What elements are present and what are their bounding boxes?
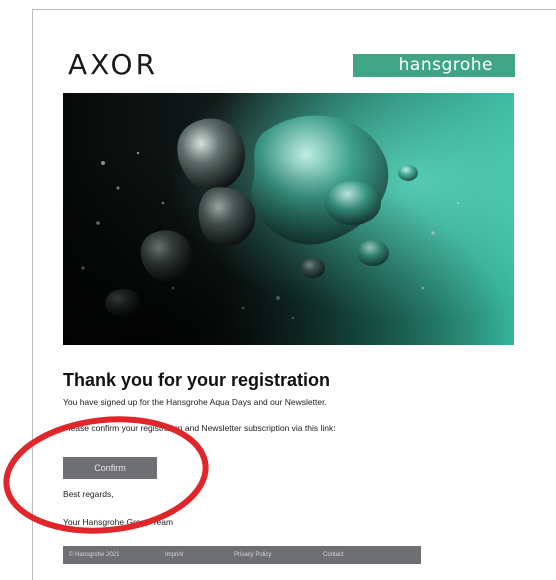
water-bubbles-image-icon <box>63 93 514 345</box>
page-title: Thank you for your registration <box>63 370 331 390</box>
hansgrohe-logo: hansgrohe <box>353 54 515 77</box>
axor-logo: AXOR <box>68 48 159 81</box>
hero-water-image <box>63 93 514 345</box>
confirm-button[interactable]: Confirm <box>63 457 157 479</box>
team-signature-text: Your Hansgrohe Group Team <box>63 517 174 527</box>
regards-text: Best regards, <box>63 489 114 499</box>
footer-copyright: © Hansgrohe 2021 <box>69 552 120 558</box>
footer-imprint-link[interactable]: Imprint <box>165 546 183 564</box>
confirm-prompt-text: Please confirm your registration and New… <box>63 423 336 433</box>
signed-up-text: You have signed up for the Hansgrohe Aqu… <box>63 397 327 407</box>
footer-privacy-link[interactable]: Privacy Policy <box>234 546 271 564</box>
footer-contact-link[interactable]: Contact <box>323 546 344 564</box>
footer-bar: © Hansgrohe 2021 Imprint Privacy Policy … <box>63 546 421 564</box>
